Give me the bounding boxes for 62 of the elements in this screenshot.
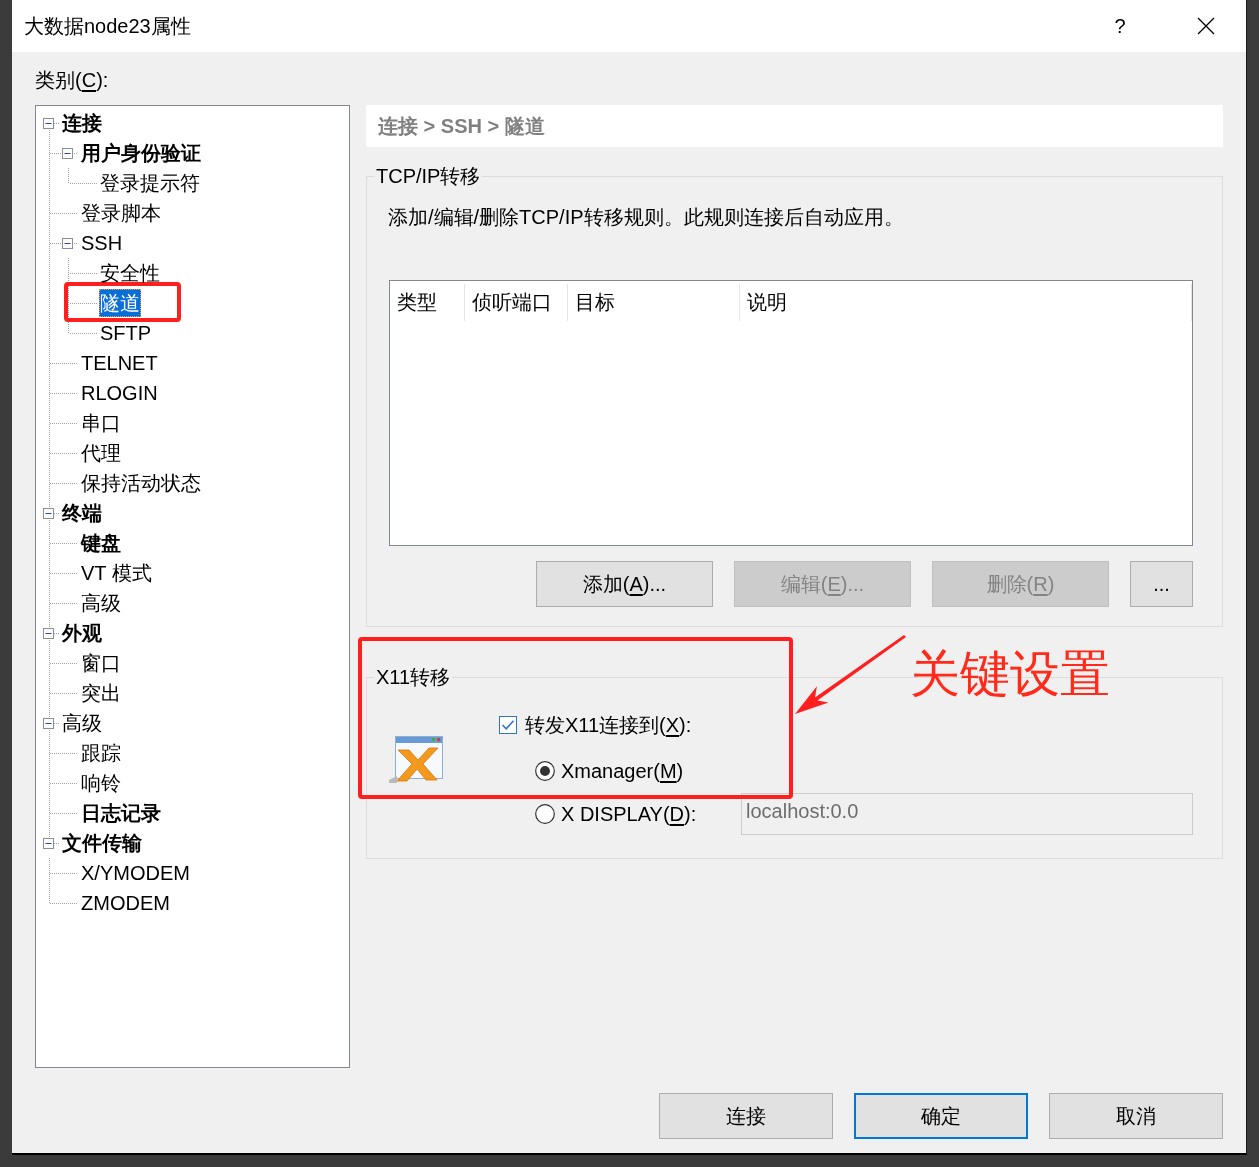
dialog-button[interactable]: 取消 — [1049, 1093, 1223, 1139]
collapse-icon[interactable] — [62, 237, 73, 249]
collapse-icon[interactable] — [43, 717, 54, 729]
radio-icon[interactable] — [535, 761, 555, 781]
window-x-icon — [389, 734, 445, 784]
column-header[interactable]: 说明 — [740, 284, 1192, 321]
collapse-icon[interactable] — [43, 117, 54, 129]
tree-item[interactable]: 代理 — [80, 439, 122, 467]
tree-item[interactable]: 登录脚本 — [80, 199, 162, 227]
dialog-button[interactable]: 确定 — [854, 1093, 1028, 1139]
breadcrumb: 连接 > SSH > 隧道 — [366, 105, 1223, 147]
collapse-icon[interactable] — [43, 627, 54, 639]
collapse-icon[interactable] — [43, 507, 54, 519]
tree-item[interactable]: 保持活动状态 — [80, 469, 202, 497]
radio-option[interactable]: X DISPLAY(D): — [535, 802, 697, 826]
list-action-button[interactable]: 添加(A)... — [536, 561, 713, 607]
group-description: 添加/编辑/删除TCP/IP转移规则。此规则连接后自动应用。 — [388, 205, 904, 230]
annotation-text: 关键设置 — [910, 645, 1110, 704]
radio-icon[interactable] — [535, 804, 555, 824]
close-icon — [1197, 17, 1215, 35]
close-button[interactable] — [1196, 16, 1216, 36]
tree-item[interactable]: 高级 — [80, 589, 122, 617]
column-header[interactable]: 侦听端口 — [465, 284, 568, 321]
collapse-icon[interactable] — [43, 837, 54, 849]
category-tree[interactable]: 连接 用户身份验证 登录提示符 登录脚本 SSH 安全性 隧道 SFTP TELNET RLOGIN 串口 代理 保持活动状态 终端 键盘 VT 模式 高级 外观 窗口 突出 高级 跟踪 响铃 日志记录 文件传输 X/YMODEM ZMODEM — [35, 105, 350, 1068]
tree-item[interactable]: 响铃 — [80, 769, 122, 797]
tree-item[interactable]: VT 模式 — [80, 559, 153, 587]
tree-item[interactable]: 登录提示符 — [99, 169, 201, 197]
tree-item[interactable]: TELNET — [80, 349, 159, 377]
tree-item[interactable]: 连接 — [61, 109, 103, 137]
tree-item[interactable]: 外观 — [61, 619, 103, 647]
category-label: 类别(C): — [35, 68, 109, 93]
tree-item[interactable]: 突出 — [80, 679, 122, 707]
tree-item[interactable]: 窗口 — [80, 649, 122, 677]
tree-item[interactable]: ZMODEM — [80, 889, 171, 917]
tree-item[interactable]: 高级 — [61, 709, 103, 737]
group-title: TCP/IP转移 — [374, 163, 483, 189]
tree-item[interactable]: RLOGIN — [80, 379, 159, 407]
column-header[interactable]: 目标 — [568, 284, 740, 321]
collapse-icon[interactable] — [62, 147, 73, 159]
tree-item[interactable]: 用户身份验证 — [80, 139, 202, 167]
list-action-button[interactable]: ... — [1130, 561, 1193, 607]
x11-checkbox[interactable]: 转发X11连接到(X): — [499, 710, 692, 740]
tree-item[interactable]: 跟踪 — [80, 739, 122, 767]
checkbox-icon[interactable] — [499, 716, 517, 734]
radio-option[interactable]: Xmanager(M) — [535, 759, 684, 783]
tree-item[interactable]: 键盘 — [80, 529, 122, 557]
column-header[interactable]: 类型 — [390, 284, 465, 321]
help-button[interactable]: ? — [1110, 13, 1130, 39]
tree-item[interactable]: 安全性 — [99, 259, 161, 287]
tree-item[interactable]: X/YMODEM — [80, 859, 191, 887]
window-title: 大数据node23属性 — [24, 14, 191, 39]
rules-list[interactable]: 类型 侦听端口 目标 说明 — [389, 280, 1193, 546]
tree-item[interactable]: SSH — [80, 229, 124, 257]
tree-item[interactable]: 日志记录 — [80, 799, 162, 827]
tree-item[interactable]: 文件传输 — [61, 829, 143, 857]
tree-item[interactable]: 隧道 — [99, 289, 141, 317]
group-title: X11转移 — [374, 664, 453, 690]
dialog-button[interactable]: 连接 — [659, 1093, 833, 1139]
tree-item[interactable]: SFTP — [99, 319, 153, 347]
tree-item[interactable]: 串口 — [80, 409, 122, 437]
tree-item[interactable]: 终端 — [61, 499, 103, 527]
